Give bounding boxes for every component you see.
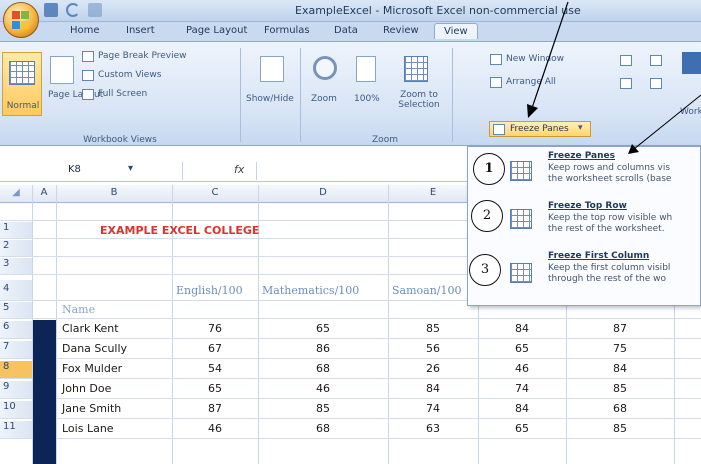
arrow-head	[628, 144, 639, 154]
arrow-head	[527, 104, 538, 118]
annotation-arrows	[527, 1, 701, 154]
arrow-line	[633, 94, 701, 150]
office-button[interactable]	[3, 2, 39, 38]
office-logo-icon	[12, 11, 30, 29]
arrow-line	[531, 1, 569, 109]
